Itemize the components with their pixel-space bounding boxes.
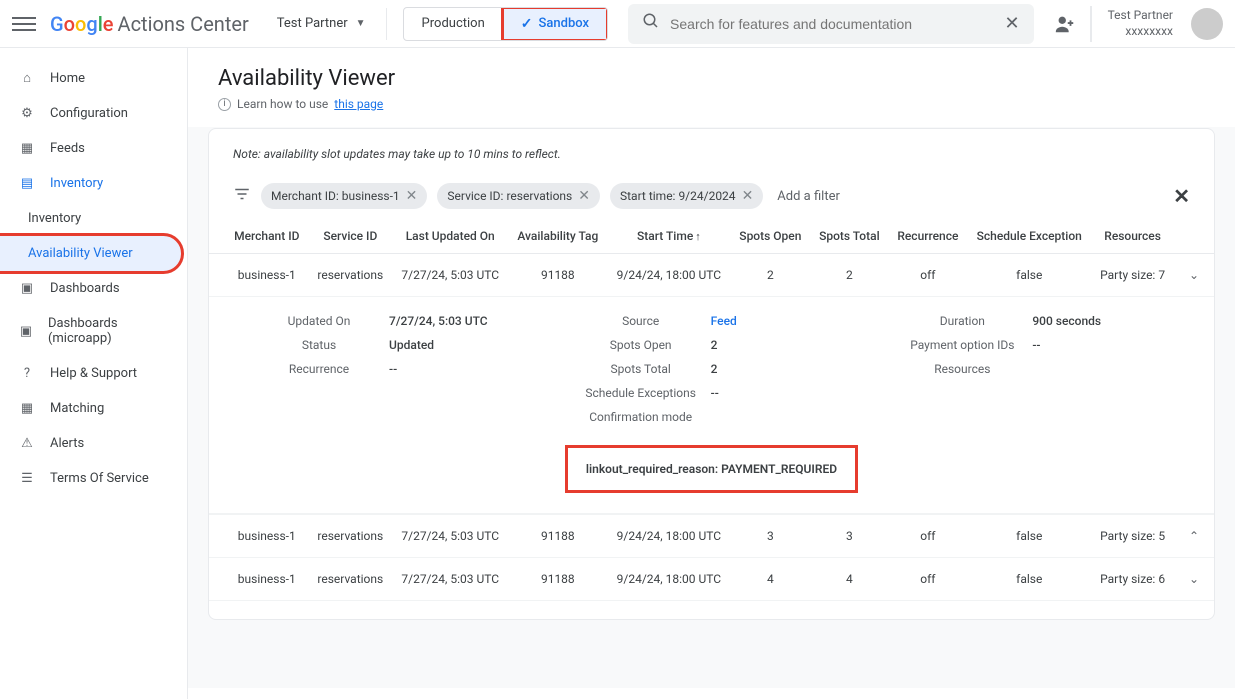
sidebar-item-configuration[interactable]: ⚙Configuration xyxy=(0,96,187,131)
google-logo: Google xyxy=(50,12,114,36)
partner-selector-label: Test Partner xyxy=(277,16,348,31)
remove-chip-icon[interactable]: ✕ xyxy=(742,188,754,204)
linkout-reason: linkout_required_reason: PAYMENT_REQUIRE… xyxy=(565,445,858,493)
col-open[interactable]: Spots Open xyxy=(730,219,810,254)
sidebar-sub-availability-viewer[interactable]: Availability Viewer xyxy=(0,236,181,271)
col-start[interactable]: Start Time↑ xyxy=(607,219,730,254)
caret-down-icon: ▼ xyxy=(356,18,366,29)
gear-icon: ⚙ xyxy=(18,106,36,121)
matching-icon: ▦ xyxy=(18,401,36,416)
user-info: Test Partner xxxxxxxx xyxy=(1108,8,1173,39)
clear-filters-icon[interactable]: ✕ xyxy=(1173,184,1190,208)
sidebar-item-alerts[interactable]: ⚠Alerts xyxy=(0,426,187,461)
remove-chip-icon[interactable]: ✕ xyxy=(406,188,418,204)
remove-chip-icon[interactable]: ✕ xyxy=(578,188,590,204)
table-row[interactable]: business-1 reservations 7/27/24, 5:03 UT… xyxy=(209,515,1214,558)
col-total[interactable]: Spots Total xyxy=(810,219,888,254)
tos-icon: ☰ xyxy=(18,471,36,486)
col-service-id[interactable]: Service ID xyxy=(309,219,393,254)
expand-row-icon[interactable]: ⌄ xyxy=(1174,254,1214,297)
person-add-icon[interactable] xyxy=(1054,6,1091,42)
note-text: Note: availability slot updates may take… xyxy=(209,147,1214,177)
help-text: Learn how to use xyxy=(237,97,328,111)
grid-icon: ▦ xyxy=(18,141,36,156)
info-icon: i xyxy=(218,98,231,111)
source-link[interactable]: Feed xyxy=(711,314,737,328)
check-icon: ✓ xyxy=(521,16,533,32)
filter-icon[interactable] xyxy=(233,185,251,207)
table-row[interactable]: business-1 reservations 7/27/24, 5:03 UT… xyxy=(209,254,1214,297)
filter-chip-service[interactable]: Service ID: reservations✕ xyxy=(437,183,600,209)
filter-chip-start[interactable]: Start time: 9/24/2024✕ xyxy=(610,183,763,209)
col-resources[interactable]: Resources xyxy=(1091,219,1174,254)
col-tag[interactable]: Availability Tag xyxy=(508,219,607,254)
table-row[interactable]: business-1 reservations 7/27/24, 5:03 UT… xyxy=(209,558,1214,601)
sidebar-sub-inventory[interactable]: Inventory xyxy=(0,201,187,236)
clear-search-icon[interactable]: ✕ xyxy=(1004,13,1019,34)
page-title: Availability Viewer xyxy=(218,66,1205,91)
col-sched[interactable]: Schedule Exception xyxy=(967,219,1091,254)
app-title: Actions Center xyxy=(118,12,249,36)
col-merchant-id[interactable]: Merchant ID xyxy=(209,219,309,254)
help-icon: ? xyxy=(18,366,36,381)
help-link[interactable]: this page xyxy=(334,97,383,111)
partner-selector[interactable]: Test Partner ▼ xyxy=(277,8,387,40)
search-icon xyxy=(642,12,660,35)
inventory-icon: ▤ xyxy=(18,176,36,191)
collapse-row-icon[interactable]: ⌃ xyxy=(1174,515,1214,558)
dashboard-icon: ▣ xyxy=(18,324,34,339)
sort-up-icon: ↑ xyxy=(695,230,701,243)
filter-chip-merchant[interactable]: Merchant ID: business-1✕ xyxy=(261,183,427,209)
tab-sandbox[interactable]: ✓ Sandbox xyxy=(503,8,607,40)
expand-row-icon[interactable]: ⌄ xyxy=(1174,558,1214,601)
sidebar-item-inventory[interactable]: ▤Inventory xyxy=(0,166,187,201)
sidebar-item-feeds[interactable]: ▦Feeds xyxy=(0,131,187,166)
sidebar-item-dashboards-micro[interactable]: ▣Dashboards (microapp) xyxy=(0,306,187,356)
col-recurrence[interactable]: Recurrence xyxy=(888,219,967,254)
home-icon: ⌂ xyxy=(18,70,36,86)
sidebar-item-home[interactable]: ⌂Home xyxy=(0,60,187,96)
dashboard-icon: ▣ xyxy=(18,281,36,296)
alert-icon: ⚠ xyxy=(18,436,36,451)
avatar[interactable] xyxy=(1191,8,1223,40)
sidebar-item-dashboards[interactable]: ▣Dashboards xyxy=(0,271,187,306)
row-detail-panel: Updated On7/27/24, 5:03 UTC StatusUpdate… xyxy=(209,297,1214,514)
menu-icon[interactable] xyxy=(12,12,36,36)
sidebar-item-help[interactable]: ?Help & Support xyxy=(0,356,187,391)
sidebar-item-tos[interactable]: ☰Terms Of Service xyxy=(0,461,187,496)
col-updated[interactable]: Last Updated On xyxy=(392,219,508,254)
tab-production[interactable]: Production xyxy=(404,8,503,40)
add-filter-button[interactable]: Add a filter xyxy=(777,189,840,204)
sidebar-item-matching[interactable]: ▦Matching xyxy=(0,391,187,426)
search-input[interactable] xyxy=(670,16,1004,32)
